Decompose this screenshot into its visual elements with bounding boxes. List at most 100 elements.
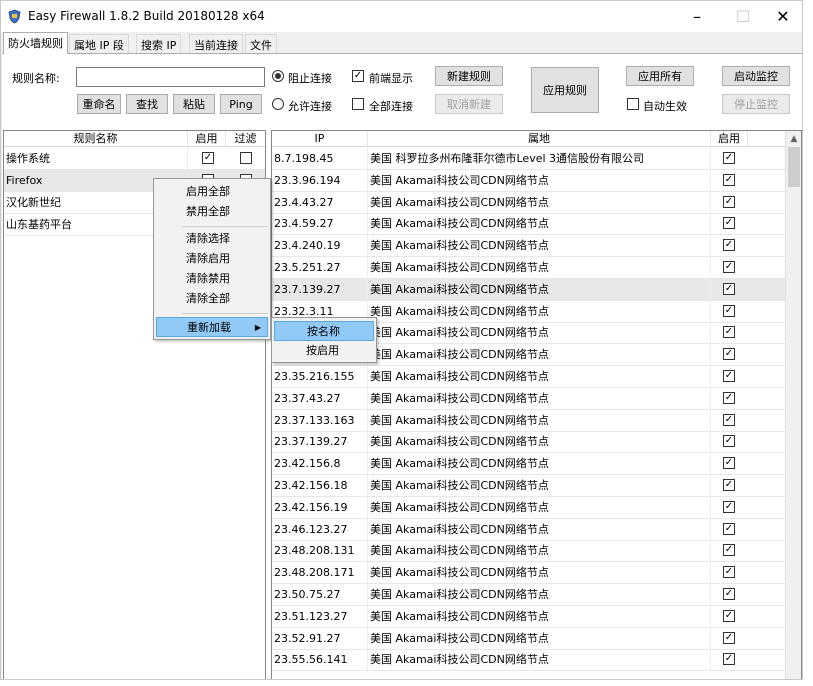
ip-grid[interactable]: IP 属地 启用 8.7.198.45 美国 科罗拉多州布隆菲尔德市Level 3…	[271, 130, 802, 679]
ip-enabled-checkbox[interactable]: ✓	[723, 261, 735, 273]
ip-enabled-checkbox[interactable]: ✓	[723, 653, 735, 666]
table-row[interactable]: 8.7.198.45 美国 科罗拉多州布隆菲尔德市Level 3通信股份有限公司 ✓	[272, 148, 787, 170]
ip-enabled-checkbox[interactable]: ✓	[723, 522, 735, 535]
ip-enabled-checkbox[interactable]: ✓	[723, 457, 735, 470]
close-button[interactable]: ✕	[760, 1, 802, 32]
ip-enabled-checkbox[interactable]: ✓	[723, 304, 735, 317]
rules-panel: 规则名称: 重命名 查找 粘贴 Ping 阻止连接 允许连接 ✓ 前端显示 全部…	[2, 53, 802, 679]
table-row[interactable]: 23.42.156.18 美国 Akamai科技公司CDN网络节点 ✓	[272, 475, 787, 497]
table-row[interactable]: 23.37.43.27 美国 Akamai科技公司CDN网络节点 ✓	[272, 387, 787, 410]
ip-enabled-checkbox[interactable]: ✓	[723, 500, 735, 513]
minimize-button[interactable]: –	[674, 1, 720, 32]
rule-name-input[interactable]	[76, 67, 265, 87]
table-row[interactable]: 23.42.156.19 美国 Akamai科技公司CDN网络节点 ✓	[272, 496, 787, 519]
ip-enabled-checkbox[interactable]: ✓	[723, 435, 735, 448]
menu-item-disable-all[interactable]: 禁用全部	[156, 202, 268, 222]
tab-search-ip[interactable]: 搜索 IP	[136, 34, 182, 54]
table-row[interactable]: 23.46.123.27 美国 Akamai科技公司CDN网络节点 ✓	[272, 518, 787, 541]
ip-enabled-checkbox[interactable]: ✓	[723, 544, 735, 557]
ip-grid-scrollbar[interactable]: ▲	[785, 131, 801, 679]
block-connection-radio[interactable]	[272, 70, 284, 82]
header-rule-name[interactable]: 规则名称	[4, 131, 188, 147]
location-cell: 美国 Akamai科技公司CDN网络节点	[368, 366, 711, 387]
header-filter[interactable]: 过滤	[226, 131, 265, 147]
table-row[interactable]: 23.48.208.131 美国 Akamai科技公司CDN网络节点 ✓	[272, 540, 787, 563]
table-row[interactable]: 23.37.133.163 美国 Akamai科技公司CDN网络节点 ✓	[272, 409, 787, 432]
ip-enabled-checkbox[interactable]: ✓	[723, 348, 735, 361]
paste-button[interactable]: 粘贴	[173, 94, 215, 114]
all-connections-checkbox[interactable]	[352, 98, 364, 110]
location-cell: 美国 Akamai科技公司CDN网络节点	[368, 431, 711, 453]
ip-enabled-checkbox[interactable]: ✓	[723, 217, 735, 230]
location-cell: 美国 Akamai科技公司CDN网络节点	[368, 300, 711, 322]
submenu-item-by-enabled[interactable]: 按启用	[274, 341, 374, 361]
ping-button[interactable]: Ping	[220, 94, 262, 114]
ip-enabled-checkbox[interactable]: ✓	[723, 391, 735, 404]
stop-monitor-button[interactable]: 停止监控	[722, 94, 790, 114]
table-row[interactable]: 23.4.43.27 美国 Akamai科技公司CDN网络节点 ✓	[272, 191, 787, 214]
menu-item-enable-all[interactable]: 启用全部	[156, 182, 268, 202]
ip-enabled-checkbox[interactable]: ✓	[723, 609, 735, 622]
scrollbar-thumb[interactable]	[788, 147, 800, 187]
header-ip-enabled[interactable]: 启用	[711, 131, 748, 147]
rule-name-cell: 操作系统	[4, 148, 188, 169]
table-row[interactable]: 23.52.91.27 美国 Akamai科技公司CDN网络节点 ✓	[272, 627, 787, 650]
header-ip[interactable]: IP	[272, 131, 368, 147]
auto-effect-checkbox[interactable]	[627, 98, 639, 110]
menu-item-reload[interactable]: 重新加载 ▶	[156, 317, 268, 337]
table-row[interactable]: 操作系统 ✓	[4, 148, 265, 170]
tab-current-connections[interactable]: 当前连接	[189, 34, 243, 54]
table-row[interactable]: 23.5.251.27 美国 Akamai科技公司CDN网络节点 ✓	[272, 257, 787, 279]
ip-enabled-checkbox[interactable]: ✓	[723, 566, 735, 579]
ip-enabled-checkbox[interactable]: ✓	[723, 479, 735, 491]
ip-enabled-checkbox[interactable]: ✓	[723, 326, 735, 339]
table-row[interactable]: 23.55.56.141 美国 Akamai科技公司CDN网络节点 ✓	[272, 649, 787, 672]
rename-button[interactable]: 重命名	[77, 94, 121, 114]
allow-connection-radio[interactable]	[272, 98, 284, 110]
submenu-item-by-name[interactable]: 按名称	[274, 321, 374, 341]
table-row[interactable]: 23.42.156.8 美国 Akamai科技公司CDN网络节点 ✓	[272, 453, 787, 476]
ip-enabled-checkbox[interactable]: ✓	[723, 152, 735, 164]
table-row[interactable]: 23.48.208.171 美国 Akamai科技公司CDN网络节点 ✓	[272, 562, 787, 585]
table-row[interactable]: 23.37.139.27 美国 Akamai科技公司CDN网络节点 ✓	[272, 431, 787, 454]
header-location[interactable]: 属地	[368, 131, 711, 147]
table-row[interactable]: 23.4.240.19 美国 Akamai科技公司CDN网络节点 ✓	[272, 235, 787, 258]
ip-enabled-checkbox[interactable]: ✓	[723, 413, 735, 426]
table-row[interactable]: 23.35.216.155 美国 Akamai科技公司CDN网络节点 ✓	[272, 366, 787, 388]
table-row[interactable]: 23.7.139.27 美国 Akamai科技公司CDN网络节点 ✓	[272, 278, 787, 301]
ip-cell: 23.4.43.27	[272, 191, 368, 213]
find-button[interactable]: 查找	[126, 94, 168, 114]
menu-item-clear-enabled[interactable]: 清除启用	[156, 249, 268, 269]
table-row[interactable]: 23.50.75.27 美国 Akamai科技公司CDN网络节点 ✓	[272, 584, 787, 606]
ip-enabled-checkbox[interactable]: ✓	[723, 588, 735, 600]
table-row[interactable]: 23.4.59.27 美国 Akamai科技公司CDN网络节点 ✓	[272, 213, 787, 236]
table-row[interactable]: 23.3.96.194 美国 Akamai科技公司CDN网络节点 ✓	[272, 169, 787, 192]
ip-cell: 23.52.91.27	[272, 627, 368, 649]
tab-firewall-rules[interactable]: 防火墙规则	[3, 32, 68, 54]
ip-enabled-checkbox[interactable]: ✓	[723, 195, 735, 208]
ip-enabled-checkbox[interactable]: ✓	[723, 239, 735, 252]
table-row[interactable]: 23.51.123.27 美国 Akamai科技公司CDN网络节点 ✓	[272, 605, 787, 628]
new-rule-button[interactable]: 新建规则	[435, 66, 503, 86]
enabled-checkbox[interactable]: ✓	[202, 152, 214, 164]
header-enabled[interactable]: 启用	[188, 131, 226, 147]
ip-enabled-checkbox[interactable]: ✓	[723, 631, 735, 644]
tab-file[interactable]: 文件	[245, 34, 277, 54]
scroll-up-icon[interactable]: ▲	[786, 131, 801, 147]
menu-item-clear-selection[interactable]: 清除选择	[156, 229, 268, 249]
location-cell: 美国 Akamai科技公司CDN网络节点	[368, 605, 711, 627]
front-display-checkbox[interactable]: ✓	[352, 70, 364, 82]
ip-enabled-checkbox[interactable]: ✓	[723, 282, 735, 295]
apply-rule-button[interactable]: 应用规则	[531, 67, 599, 113]
cancel-new-button[interactable]: 取消新建	[435, 94, 503, 114]
tab-ip-ranges[interactable]: 属地 IP 段	[69, 34, 129, 54]
menu-item-clear-all[interactable]: 清除全部	[156, 289, 268, 309]
ip-enabled-checkbox[interactable]: ✓	[723, 370, 735, 382]
all-connections-label: 全部连接	[369, 100, 413, 113]
start-monitor-button[interactable]: 启动监控	[722, 66, 790, 86]
menu-item-clear-disabled[interactable]: 清除禁用	[156, 269, 268, 289]
apply-all-button[interactable]: 应用所有	[626, 66, 694, 86]
ip-enabled-checkbox[interactable]: ✓	[723, 173, 735, 186]
submenu-arrow-icon: ▶	[254, 323, 261, 332]
filter-checkbox[interactable]	[240, 152, 252, 164]
